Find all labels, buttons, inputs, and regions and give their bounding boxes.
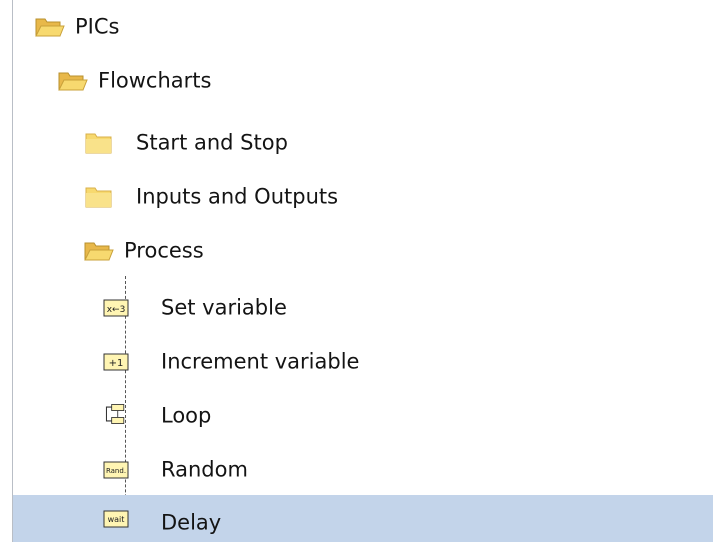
tree-item-random[interactable]: Rand. Random — [13, 443, 713, 497]
tree-item-label: Increment variable — [161, 349, 360, 374]
tree-item-label: Inputs and Outputs — [136, 184, 339, 209]
tree-item-set-variable[interactable]: x←3 Set variable — [13, 281, 713, 335]
tree-item-loop[interactable]: Loop — [13, 389, 713, 443]
tree-item-label: PICs — [75, 14, 120, 39]
random-icon: Rand. — [103, 461, 129, 479]
tree-panel: PICs Flowcharts Start and Stop Inputs an… — [0, 0, 713, 542]
svg-text:wait: wait — [108, 515, 125, 524]
closed-folder-icon — [85, 133, 112, 154]
open-folder-icon — [35, 18, 65, 37]
tree-item-label: Delay — [161, 510, 222, 535]
tree-item-label: Process — [124, 238, 204, 263]
wait-icon: wait — [103, 510, 129, 528]
set-variable-icon: x←3 — [103, 299, 129, 317]
tree-item-inputs-and-outputs[interactable]: Inputs and Outputs — [13, 170, 713, 224]
open-folder-icon — [58, 72, 88, 91]
svg-text:Rand.: Rand. — [106, 467, 126, 475]
increment-icon: +1 — [103, 353, 129, 371]
svg-text:+1: +1 — [109, 358, 124, 369]
closed-folder-icon — [85, 187, 112, 208]
tree-item-start-and-stop[interactable]: Start and Stop — [13, 116, 713, 170]
tree-item-label: Flowcharts — [98, 68, 212, 93]
tree-item-label: Random — [161, 457, 248, 482]
open-folder-icon — [84, 242, 114, 261]
tree-item-label: Set variable — [161, 295, 287, 320]
tree-item-label: Loop — [161, 403, 212, 428]
svg-text:x←3: x←3 — [107, 305, 126, 315]
tree-item-delay[interactable]: wait Delay — [13, 495, 713, 542]
loop-icon — [105, 404, 125, 424]
tree-item-flowcharts[interactable]: Flowcharts — [13, 54, 713, 108]
tree-item-process[interactable]: Process — [13, 224, 713, 278]
tree-item-increment-variable[interactable]: +1 Increment variable — [13, 335, 713, 389]
tree-item-label: Start and Stop — [136, 130, 288, 155]
tree-item-pics[interactable]: PICs — [13, 0, 713, 54]
